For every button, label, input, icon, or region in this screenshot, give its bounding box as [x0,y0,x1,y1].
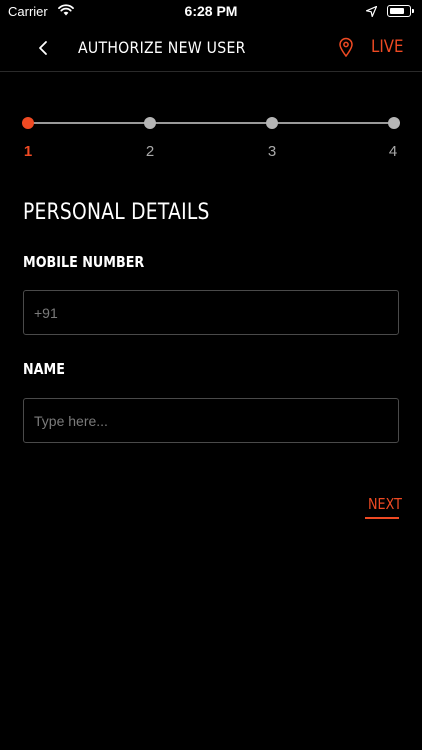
mobile-number-label: MOBILE NUMBER [23,253,145,271]
map-pin-icon[interactable] [338,37,354,58]
name-label: NAME [23,360,65,378]
progress-stepper: 1 2 3 4 [0,110,422,170]
battery-level-fill [390,8,404,14]
live-button[interactable]: LIVE [371,37,403,57]
next-button-label: NEXT [367,495,402,513]
header-bar: AUTHORIZE NEW USER LIVE [0,24,422,72]
location-arrow-icon [365,5,378,20]
name-input[interactable] [23,398,399,443]
step-2-label: 2 [145,143,155,160]
step-4-label: 4 [388,143,398,160]
step-3-dot [266,117,278,129]
step-4-dot [388,117,400,129]
stepper-track [28,122,394,124]
status-bar: Carrier 6:28 PM [0,0,422,24]
step-3-label: 3 [267,143,277,160]
chevron-left-icon [39,41,47,55]
step-1-label: 1 [23,143,33,160]
back-button[interactable] [30,36,58,60]
section-title: PERSONAL DETAILS [23,200,210,225]
clock: 6:28 PM [184,3,238,19]
step-1-dot [22,117,34,129]
page-title: AUTHORIZE NEW USER [78,38,246,57]
battery-tip [412,9,414,13]
battery-icon [387,5,414,17]
step-2-dot [144,117,156,129]
mobile-number-input[interactable] [23,290,399,335]
next-button[interactable]: NEXT [365,495,402,519]
